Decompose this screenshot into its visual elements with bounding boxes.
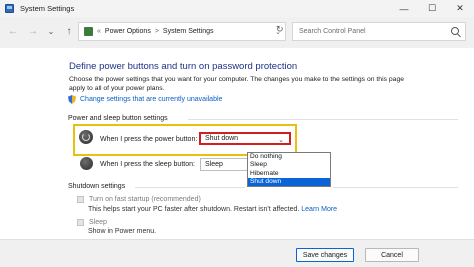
refresh-icon[interactable]: ↻ [276, 24, 284, 35]
sleep-description: Show in Power menu. [88, 228, 157, 235]
search-box[interactable]: Search Control Panel [292, 22, 466, 41]
search-input[interactable]: Search Control Panel [299, 28, 366, 35]
breadcrumb-separator: > [154, 28, 159, 35]
power-button-options-list[interactable]: Do nothing Sleep Hibernate Shut down [247, 152, 331, 187]
sleep-button-label: When I press the sleep button: [100, 161, 195, 168]
power-button-label: When I press the power button: [100, 136, 198, 143]
power-button-icon [79, 130, 93, 144]
footer-bar: Save changes Cancel [0, 239, 474, 267]
sleep-label: Sleep [89, 219, 107, 226]
minimize-button[interactable]: — [390, 0, 418, 17]
option-shut-down[interactable]: Shut down [248, 177, 330, 187]
breadcrumb-system-settings[interactable]: System Settings [163, 28, 214, 35]
navigation-bar: ← → ⌄ ↑ « Power Options > System Setting… [0, 20, 474, 43]
fast-startup-row: Turn on fast startup (recommended) [77, 196, 201, 203]
uac-shield-icon [68, 95, 76, 104]
power-sleep-section-label: Power and sleep button settings [68, 115, 168, 122]
option-sleep[interactable]: Sleep [248, 161, 330, 169]
page-description: Choose the power settings that you want … [69, 76, 405, 92]
sleep-button-icon [80, 157, 93, 170]
fast-startup-label: Turn on fast startup (recommended) [89, 196, 201, 203]
section-divider [135, 187, 245, 188]
cancel-button[interactable]: Cancel [365, 248, 419, 262]
change-settings-link-text[interactable]: Change settings that are currently unava… [80, 96, 222, 103]
save-changes-button[interactable]: Save changes [296, 248, 354, 262]
sleep-checkbox[interactable] [77, 219, 84, 226]
window-title: System Settings [20, 4, 75, 13]
search-icon[interactable] [451, 27, 459, 35]
back-arrow-icon[interactable]: ← [6, 26, 20, 37]
chevron-down-icon: ⌄ [278, 137, 284, 144]
window-controls: — ☐ ✕ [390, 0, 474, 17]
close-button[interactable]: ✕ [446, 0, 474, 17]
change-settings-link[interactable]: Change settings that are currently unava… [68, 95, 222, 104]
address-bar[interactable]: « Power Options > System Settings ⌄ [78, 22, 286, 41]
power-button-select[interactable]: Shut down ⌄ [199, 132, 291, 145]
sleep-row: Sleep [77, 219, 107, 226]
fast-startup-desc-text: This helps start your PC faster after sh… [88, 206, 300, 213]
fast-startup-checkbox[interactable] [77, 196, 84, 203]
page-title: Define power buttons and turn on passwor… [69, 61, 298, 72]
breadcrumb-power-options[interactable]: Power Options [105, 28, 151, 35]
forward-arrow-icon[interactable]: → [26, 26, 40, 37]
recent-locations-chevron-icon[interactable]: ⌄ [44, 27, 58, 36]
sleep-button-select-value: Sleep [205, 161, 223, 168]
fast-startup-description: This helps start your PC faster after sh… [88, 206, 337, 213]
power-button-select-value: Shut down [205, 135, 239, 142]
option-hibernate[interactable]: Hibernate [248, 170, 330, 178]
learn-more-link[interactable]: Learn More [301, 206, 337, 213]
option-do-nothing[interactable]: Do nothing [248, 153, 330, 161]
maximize-button[interactable]: ☐ [418, 0, 446, 17]
title-bar: System Settings — ☐ ✕ [0, 0, 474, 17]
shutdown-section-label: Shutdown settings [68, 183, 126, 190]
address-overflow-chevron[interactable]: « [97, 28, 101, 35]
up-arrow-icon[interactable]: ↑ [62, 26, 76, 37]
power-options-icon [84, 27, 93, 36]
section-divider [188, 119, 458, 120]
section-divider [333, 187, 458, 188]
sleep-button-select[interactable]: Sleep [200, 158, 248, 171]
control-panel-icon [5, 4, 14, 13]
